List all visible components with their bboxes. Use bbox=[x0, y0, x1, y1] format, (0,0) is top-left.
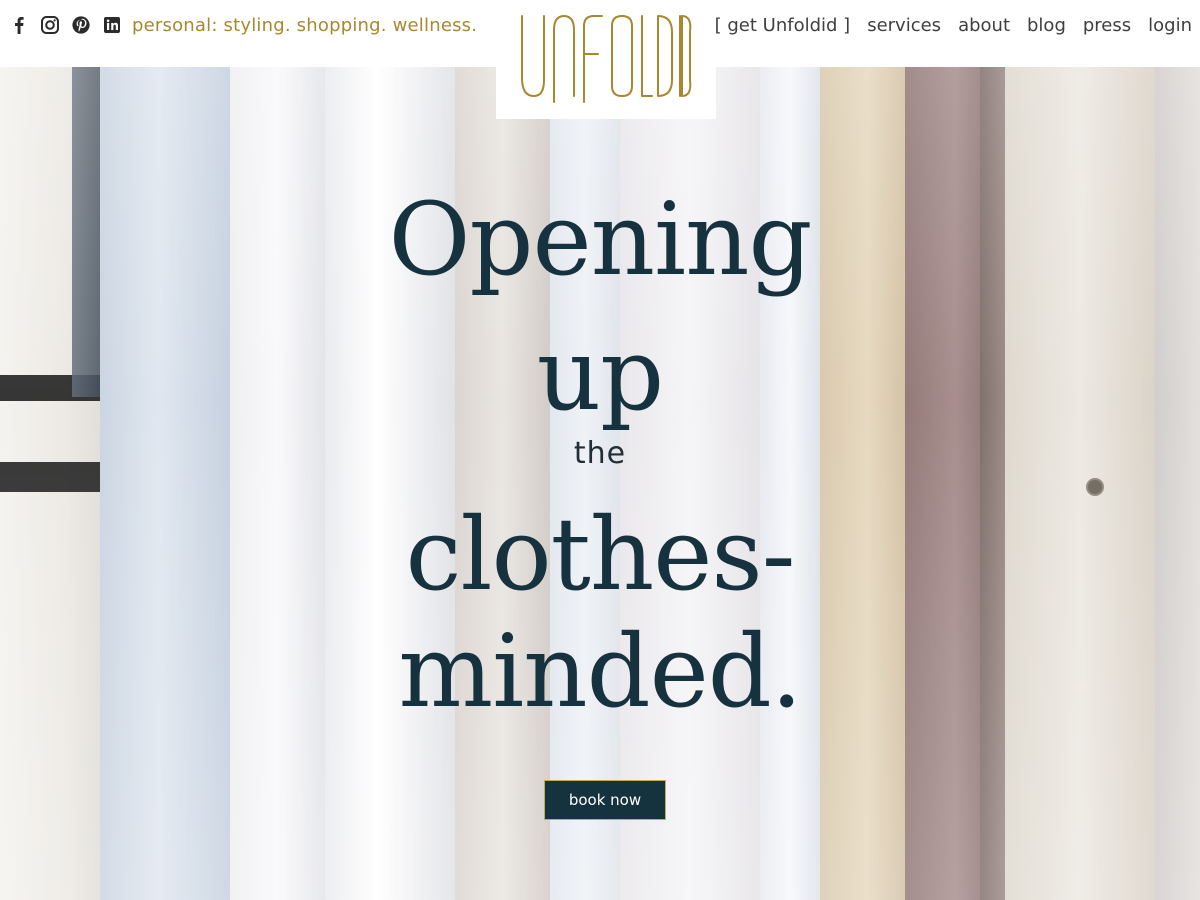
nav-services[interactable]: services bbox=[867, 15, 941, 36]
site-logo[interactable] bbox=[496, 0, 716, 119]
headline-line-3: the bbox=[573, 436, 627, 471]
main-nav: [ get Unfoldid ] services about blog pre… bbox=[715, 15, 1192, 36]
facebook-icon[interactable] bbox=[8, 14, 30, 36]
instagram-icon[interactable] bbox=[39, 14, 61, 36]
nav-press[interactable]: press bbox=[1083, 15, 1131, 36]
site-tagline: personal: styling. shopping. wellness. bbox=[132, 15, 478, 36]
headline-line-1: Opening bbox=[388, 181, 813, 298]
nav-blog[interactable]: blog bbox=[1027, 15, 1066, 36]
book-now-button[interactable]: book now bbox=[544, 780, 666, 820]
pinterest-icon[interactable] bbox=[70, 14, 92, 36]
nav-about[interactable]: about bbox=[958, 15, 1010, 36]
headline-line-5: minded. bbox=[398, 613, 802, 730]
nav-login[interactable]: login bbox=[1148, 15, 1192, 36]
headline-line-4: clothes- bbox=[405, 496, 795, 613]
linkedin-icon[interactable] bbox=[101, 14, 123, 36]
headline-line-2: up bbox=[536, 316, 664, 433]
unfoldid-logo-mark bbox=[521, 14, 692, 103]
nav-get-unfoldid[interactable]: [ get Unfoldid ] bbox=[715, 15, 851, 36]
social-links bbox=[8, 14, 123, 36]
